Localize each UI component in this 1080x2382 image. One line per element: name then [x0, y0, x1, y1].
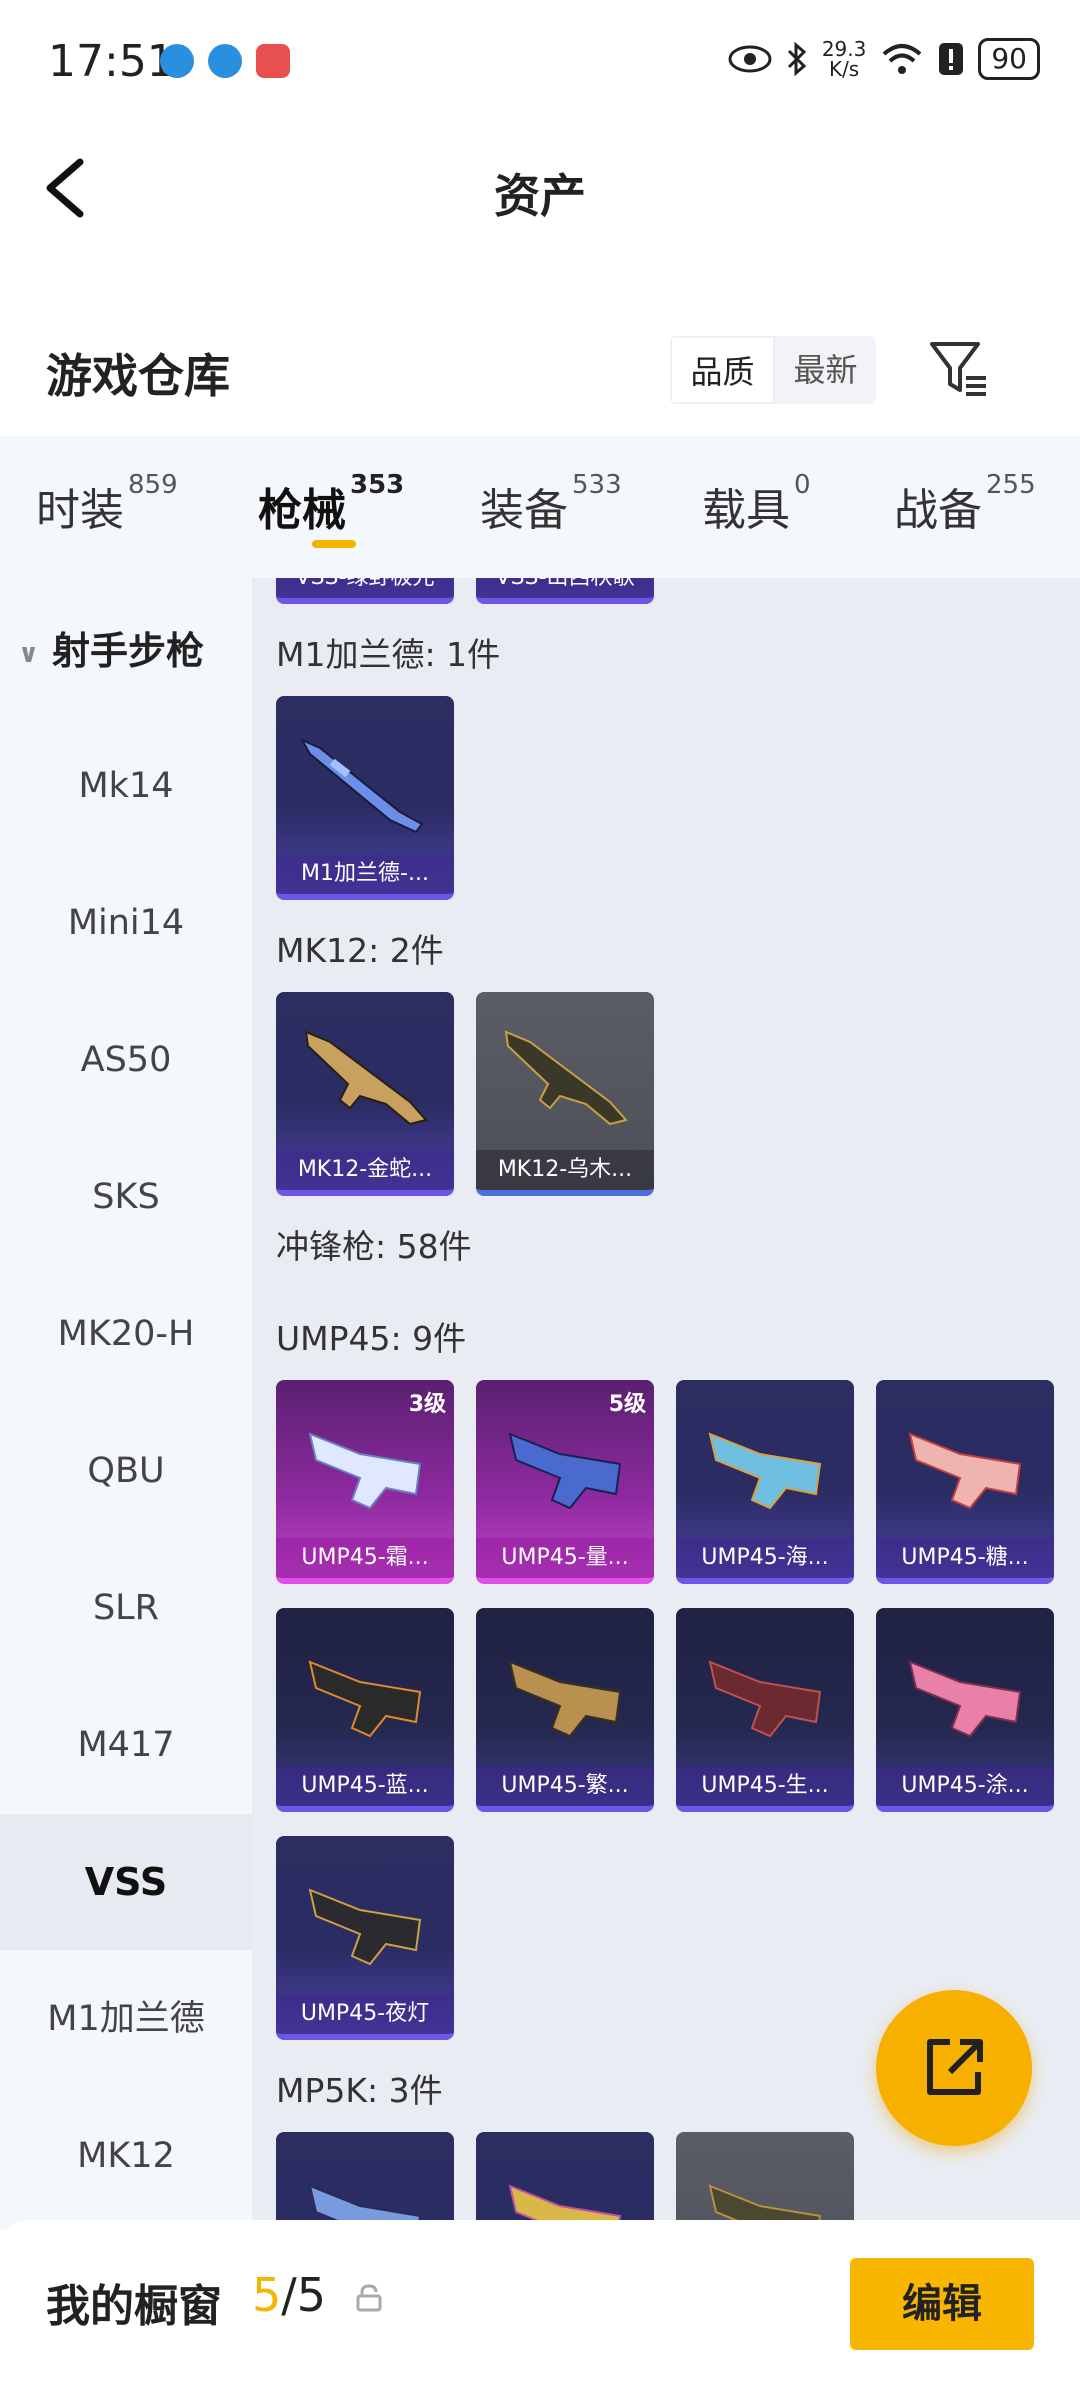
smg-icon — [708, 2184, 822, 2220]
showcase-title: 我的橱窗 — [46, 2281, 222, 2332]
section-title: 冲锋枪: 58件 — [276, 1227, 472, 1266]
status-bar: 17:51 29.3 K/s 90 — [0, 0, 1080, 126]
item-card[interactable]: UMP45-夜灯 — [276, 1836, 454, 2040]
smg-icon — [708, 1432, 822, 1510]
rifle-icon — [299, 737, 424, 834]
status-time: 17:51 — [48, 36, 175, 87]
sidebar-item-mini14[interactable]: Mini14 — [0, 855, 252, 991]
sort-latest-button[interactable]: 最新 — [775, 336, 876, 404]
chevron-down-icon: ∨ — [18, 638, 40, 669]
tab-fashion[interactable]: 时装 859 — [36, 470, 178, 538]
item-card[interactable]: UMP45-生... — [676, 1608, 854, 1812]
export-icon — [927, 2039, 983, 2095]
smg-icon — [308, 2184, 422, 2220]
item-card[interactable] — [476, 2132, 654, 2220]
notification-app-icon — [208, 44, 242, 78]
share-fab-button[interactable] — [876, 1990, 1032, 2146]
tab-supplies[interactable]: 战备 255 — [894, 470, 1036, 538]
section-title: MP5K: 3件 — [276, 2071, 443, 2110]
item-card[interactable]: UMP45-繁... — [476, 1608, 654, 1812]
sidebar-item-qbu[interactable]: QBU — [0, 1403, 252, 1539]
sidebar-item-vss[interactable]: VSS — [0, 1814, 252, 1950]
sidebar-item-as50[interactable]: AS50 — [0, 992, 252, 1128]
section-title: MK12: 2件 — [276, 931, 444, 970]
bluetooth-icon — [787, 42, 807, 76]
item-card[interactable]: VSS-绿野极光 — [276, 578, 454, 604]
item-card[interactable]: MK12-金蛇... — [276, 992, 454, 1196]
filter-icon[interactable] — [928, 338, 990, 400]
item-card[interactable]: 5级 UMP45-量... — [476, 1380, 654, 1584]
section-title: UMP45: 9件 — [276, 1319, 467, 1358]
top-app-bar: 资产 — [0, 126, 1080, 250]
eye-icon — [728, 45, 772, 73]
wifi-icon — [883, 44, 922, 74]
smg-icon — [508, 2184, 622, 2220]
notification-app-icon — [256, 44, 290, 78]
item-grid: VSS-绿野极光 VSS-山西秋歌 M1加兰德: 1件 M1加兰德-... MK… — [252, 578, 1080, 2220]
smg-icon — [308, 1432, 422, 1510]
battery-indicator: 90 — [978, 38, 1040, 80]
tab-equipment[interactable]: 装备 533 — [480, 470, 622, 538]
rifle-icon — [304, 1030, 428, 1126]
sidebar-item-m417[interactable]: M417 — [0, 1677, 252, 1813]
smg-icon — [908, 1432, 1022, 1510]
tab-firearms[interactable]: 枪械 353 — [258, 470, 404, 538]
sidebar-item-slr[interactable]: SLR — [0, 1540, 252, 1676]
item-card[interactable]: UMP45-糖... — [876, 1380, 1054, 1584]
weapon-type-sidebar: ∨ 射手步枪 Mk14 Mini14 AS50 SKS MK20-H QBU SL… — [0, 578, 252, 2230]
sidebar-item-mk14[interactable]: Mk14 — [0, 718, 252, 854]
alert-icon — [939, 43, 964, 75]
category-tabs: 时装 859 枪械 353 装备 533 载具 0 战备 255 — [0, 436, 1080, 578]
item-card[interactable]: 3级 UMP45-霜... — [276, 1380, 454, 1584]
item-card[interactable]: VSS-山西秋歌 — [476, 578, 654, 604]
status-icons: 29.3 K/s 90 — [728, 38, 1040, 80]
item-card[interactable]: UMP45-海... — [676, 1380, 854, 1584]
lock-icon — [356, 2284, 382, 2312]
showcase-count: 5/5 — [252, 2268, 327, 2322]
sidebar-item-sks[interactable]: SKS — [0, 1129, 252, 1265]
sidebar-item-mk12[interactable]: MK12 — [0, 2088, 252, 2224]
item-card[interactable]: MK12-乌木... — [476, 992, 654, 1196]
page-title: 资产 — [494, 169, 586, 223]
item-card[interactable]: UMP45-涂... — [876, 1608, 1054, 1812]
item-card[interactable]: UMP45-蓝... — [276, 1608, 454, 1812]
active-tab-indicator — [312, 540, 356, 548]
sort-quality-button[interactable]: 品质 — [670, 336, 775, 404]
smg-icon — [508, 1432, 622, 1510]
item-card[interactable] — [276, 2132, 454, 2220]
section-title: M1加兰德: 1件 — [276, 635, 501, 674]
showcase-bar: 我的橱窗 5/5 编辑 — [0, 2220, 1080, 2382]
item-card[interactable]: M1加兰德-... — [276, 696, 454, 900]
smg-icon — [308, 1888, 422, 1966]
item-card[interactable] — [676, 2132, 854, 2220]
smg-icon — [508, 1660, 622, 1738]
sidebar-item-mk20h[interactable]: MK20-H — [0, 1266, 252, 1402]
network-speed: 29.3 K/s — [821, 37, 867, 81]
smg-icon — [308, 1660, 422, 1738]
warehouse-header: 游戏仓库 品质 最新 — [0, 316, 1080, 436]
smg-icon — [908, 1660, 1022, 1738]
smg-icon — [708, 1660, 822, 1738]
sort-toggle: 品质 最新 — [670, 336, 876, 404]
edit-button[interactable]: 编辑 — [850, 2258, 1034, 2350]
rifle-icon — [504, 1030, 628, 1126]
notification-app-icon — [160, 44, 194, 78]
sidebar-item-m1-garand[interactable]: M1加兰德 — [0, 1951, 252, 2087]
sidebar-group-marksman[interactable]: ∨ 射手步枪 — [18, 620, 204, 675]
warehouse-title: 游戏仓库 — [46, 349, 230, 403]
tab-vehicles[interactable]: 载具 0 — [702, 470, 811, 538]
